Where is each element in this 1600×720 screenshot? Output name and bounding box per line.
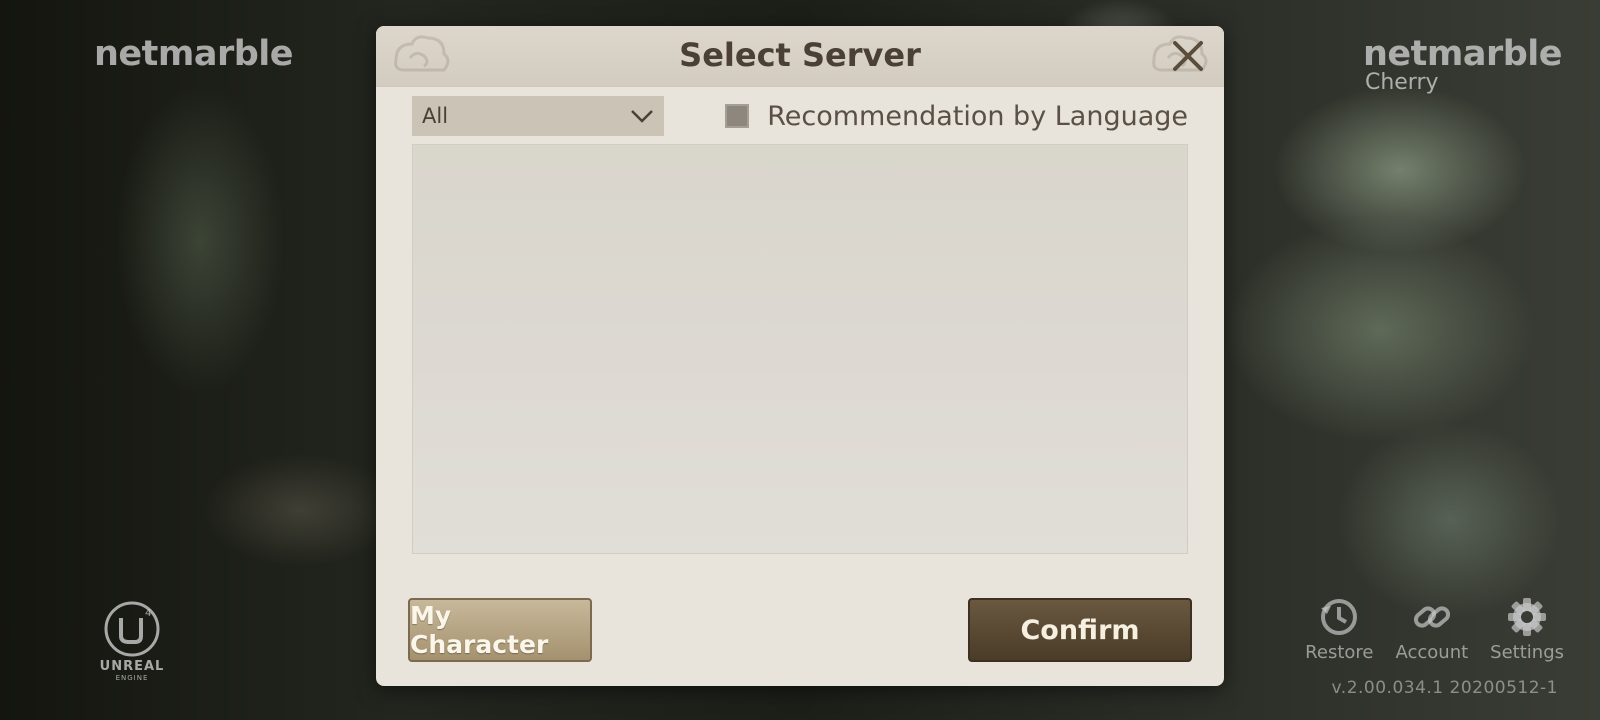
unreal-label: UNREAL xyxy=(99,659,165,674)
close-button[interactable] xyxy=(1170,38,1206,74)
restore-clock-icon xyxy=(1321,599,1358,635)
server-list[interactable] xyxy=(412,144,1188,554)
netmarble-logo-left: netmarble xyxy=(94,34,294,74)
chevron-down-icon xyxy=(631,110,653,123)
netmarble-cherry-logo: netmarble Cherry xyxy=(1362,34,1563,95)
unreal-engine-logo: 4 UNREAL ENGINE xyxy=(94,600,170,682)
account-button[interactable]: Account xyxy=(1395,596,1468,663)
netmarble-logo-right: netmarble xyxy=(1362,34,1563,74)
dialog-header: Select Server xyxy=(376,26,1224,87)
dialog-title: Select Server xyxy=(679,36,921,74)
close-icon xyxy=(1173,41,1203,71)
svg-text:4: 4 xyxy=(145,608,151,619)
bottom-actions: Restore Account Settings xyxy=(1305,596,1564,663)
restore-label: Restore xyxy=(1305,642,1374,663)
engine-label: ENGINE xyxy=(115,674,149,682)
confirm-button[interactable]: Confirm xyxy=(968,598,1192,662)
cherry-label: Cherry xyxy=(1364,70,1439,95)
restore-button[interactable]: Restore xyxy=(1305,596,1373,663)
account-label: Account xyxy=(1395,642,1469,663)
region-filter-dropdown[interactable]: All xyxy=(412,96,664,136)
settings-button[interactable]: Settings xyxy=(1490,596,1564,663)
gear-icon xyxy=(1508,598,1547,636)
region-filter-value: All xyxy=(422,104,449,128)
unreal-engine-icon: 4 xyxy=(104,601,160,657)
settings-label: Settings xyxy=(1490,642,1564,663)
version-text: v.2.00.034.1 20200512-1 xyxy=(1331,678,1558,698)
select-server-dialog: Select Server All Recommendation by Lang… xyxy=(376,26,1224,686)
recommend-by-language-checkbox[interactable]: Recommendation by Language xyxy=(725,96,1188,136)
recommend-by-language-label: Recommendation by Language xyxy=(767,100,1188,132)
my-character-button[interactable]: My Character xyxy=(408,598,592,662)
checkbox-box[interactable] xyxy=(725,104,750,128)
link-icon xyxy=(1413,606,1450,628)
